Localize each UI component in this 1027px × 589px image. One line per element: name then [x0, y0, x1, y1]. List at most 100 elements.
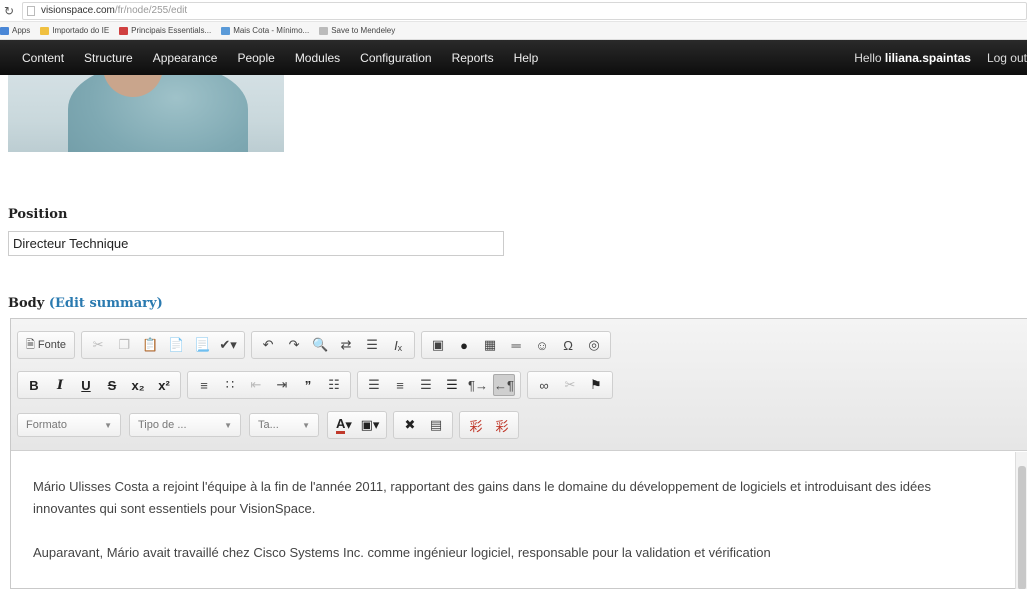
admin-menu-people[interactable]: People [237, 51, 274, 65]
source-label: Fonte [37, 339, 67, 351]
page-icon [26, 5, 35, 16]
source-group: 🗎 Fonte [17, 331, 76, 359]
bookmark-icon [0, 26, 9, 35]
photo-shirt [68, 75, 248, 152]
iframe-icon[interactable]: ◎ [583, 334, 605, 356]
url-domain: visionspace.com [40, 5, 115, 16]
bulleted-list-icon[interactable]: ∷ [219, 374, 241, 396]
undo-icon[interactable]: ↶ [257, 334, 279, 356]
rich-text-editor: 🗎 Fonte ✂ ❐ 📋 📄 📃 ✔▾ ↶ ↷ 🔍 ⇄ ☰ Iₓ ▣ ● ▦ … [10, 318, 1027, 589]
underline-icon[interactable]: U [75, 374, 97, 396]
bookmark-item[interactable]: Save to Mendeley [319, 26, 395, 35]
username-link[interactable]: liliana.spaintas [885, 51, 971, 65]
special-char-icon[interactable]: Ω [557, 334, 579, 356]
bookmark-label: Apps [12, 26, 31, 35]
select-all-icon[interactable]: ☰ [361, 334, 383, 356]
paste-text-icon[interactable]: 📄 [165, 334, 187, 356]
admin-toolbar: Content Structure Appearance People Modu… [0, 40, 1027, 75]
table-icon[interactable]: ▦ [479, 334, 501, 356]
admin-menu-content[interactable]: Content [22, 51, 64, 65]
bookmark-item[interactable]: Principais Essentials... [119, 26, 211, 35]
size-select-label: Ta... [258, 419, 279, 431]
admin-menu-structure[interactable]: Structure [84, 51, 133, 65]
anchor-flag-icon[interactable]: ⚑ [585, 374, 607, 396]
italic-icon[interactable]: I [49, 374, 71, 396]
unlink-icon[interactable]: ✂ [559, 374, 581, 396]
outdent-icon[interactable]: ⇤ [245, 374, 267, 396]
superscript-icon[interactable]: x² [153, 374, 175, 396]
bold-icon[interactable]: B [23, 374, 45, 396]
browser-address-bar: ↻ visionspace.com /fr/node/255/edit [0, 0, 1027, 22]
editor-scrollbar[interactable] [1015, 452, 1027, 589]
show-blocks-icon[interactable]: ▤ [425, 414, 447, 436]
bookmark-item[interactable]: Apps [0, 26, 30, 35]
chevron-down-icon: ▼ [104, 420, 112, 430]
admin-menu-help[interactable]: Help [514, 51, 539, 65]
align-group: ☰ ≡ ☰ ☰ ¶→ ←¶ [357, 371, 521, 399]
flash-icon[interactable]: ● [453, 334, 475, 356]
bookmark-item[interactable]: Mais Cota - Mínimo... [221, 26, 309, 35]
reload-icon[interactable]: ↻ [4, 4, 18, 18]
background-color-icon[interactable]: ▣▾ [359, 414, 381, 436]
position-input[interactable]: Directeur Technique [8, 231, 504, 256]
div-container-icon[interactable]: ☷ [323, 374, 345, 396]
strikethrough-icon[interactable]: S [101, 374, 123, 396]
link-icon[interactable]: ∞ [533, 374, 555, 396]
align-center-icon[interactable]: ≡ [389, 374, 411, 396]
format-select[interactable]: Formato ▼ [17, 413, 121, 437]
color-group: A ▾ ▣▾ [327, 411, 387, 439]
bookmark-item[interactable]: Importado do IE [40, 26, 109, 35]
url-input[interactable]: visionspace.com /fr/node/255/edit [21, 1, 1027, 20]
logout-link[interactable]: Log out [987, 51, 1027, 65]
spellcheck-icon[interactable]: ✔▾ [217, 334, 239, 356]
clipboard-group: ✂ ❐ 📋 📄 📃 ✔▾ [81, 331, 246, 359]
admin-menu-reports[interactable]: Reports [452, 51, 494, 65]
copy-format-icon[interactable]: 彩 [465, 414, 487, 436]
scrollbar-thumb[interactable] [1018, 466, 1026, 589]
replace-icon[interactable]: ⇄ [335, 334, 357, 356]
size-select[interactable]: Ta... ▼ [249, 413, 319, 437]
horizontal-rule-icon[interactable]: ═ [505, 334, 527, 356]
remove-format-icon[interactable]: Iₓ [387, 334, 409, 356]
bookmark-icon [319, 26, 329, 35]
justify-icon[interactable]: ☰ [441, 374, 463, 396]
ltr-icon[interactable]: ¶→ [467, 374, 489, 396]
body-label-text: Body [8, 296, 45, 311]
profile-photo [8, 75, 284, 152]
format-select-label: Formato [26, 419, 67, 431]
font-select-label: Tipo de ... [138, 419, 187, 431]
source-button[interactable]: 🗎 Fonte [23, 334, 69, 356]
admin-menu-modules[interactable]: Modules [295, 51, 340, 65]
subscript-icon[interactable]: x₂ [127, 374, 149, 396]
copy-icon[interactable]: ❐ [113, 334, 135, 356]
align-right-icon[interactable]: ☰ [415, 374, 437, 396]
admin-menu-configuration[interactable]: Configuration [360, 51, 431, 65]
indent-icon[interactable]: ⇥ [271, 374, 293, 396]
edit-summary-link[interactable]: (Edit summary) [49, 296, 163, 311]
list-group: ≡ ∷ ⇤ ⇥ ” ☷ [187, 371, 351, 399]
rtl-icon[interactable]: ←¶ [493, 374, 515, 396]
toolbar-row-3: Formato ▼ Tipo de ... ▼ Ta... ▼ A ▾ ▣▾ ✖ ▤ 彩… [17, 411, 525, 439]
numbered-list-icon[interactable]: ≡ [193, 374, 215, 396]
toolbar-row-1: 🗎 Fonte ✂ ❐ 📋 📄 📃 ✔▾ ↶ ↷ 🔍 ⇄ ☰ Iₓ ▣ ● ▦ … [17, 331, 617, 359]
bookmark-label: Principais Essentials... [131, 26, 212, 35]
paste-icon[interactable]: 📋 [139, 334, 161, 356]
cut-icon[interactable]: ✂ [87, 334, 109, 356]
maximize-icon[interactable]: ✖ [399, 414, 421, 436]
find-icon[interactable]: 🔍 [309, 334, 331, 356]
greeting-prefix: Hello [854, 50, 885, 65]
image-icon[interactable]: ▣ [427, 334, 449, 356]
smiley-icon[interactable]: ☺ [531, 334, 553, 356]
font-select[interactable]: Tipo de ... ▼ [129, 413, 241, 437]
editor-content[interactable]: Mário Ulisses Costa a rejoint l'équipe à… [11, 452, 1016, 589]
admin-menu-appearance[interactable]: Appearance [153, 51, 218, 65]
align-left-icon[interactable]: ☰ [363, 374, 385, 396]
clear-format-icon[interactable]: 彩 [491, 414, 513, 436]
toolbar-row-2: B I U S x₂ x² ≡ ∷ ⇤ ⇥ ” ☷ ☰ ≡ ☰ ☰ ¶→ ←¶ … [17, 371, 619, 399]
paste-word-icon[interactable]: 📃 [191, 334, 213, 356]
blockquote-icon[interactable]: ” [297, 374, 319, 396]
bookmark-label: Save to Mendeley [331, 26, 396, 35]
text-color-icon[interactable]: A ▾ [333, 414, 355, 436]
redo-icon[interactable]: ↷ [283, 334, 305, 356]
body-label: Body (Edit summary) [8, 296, 163, 311]
